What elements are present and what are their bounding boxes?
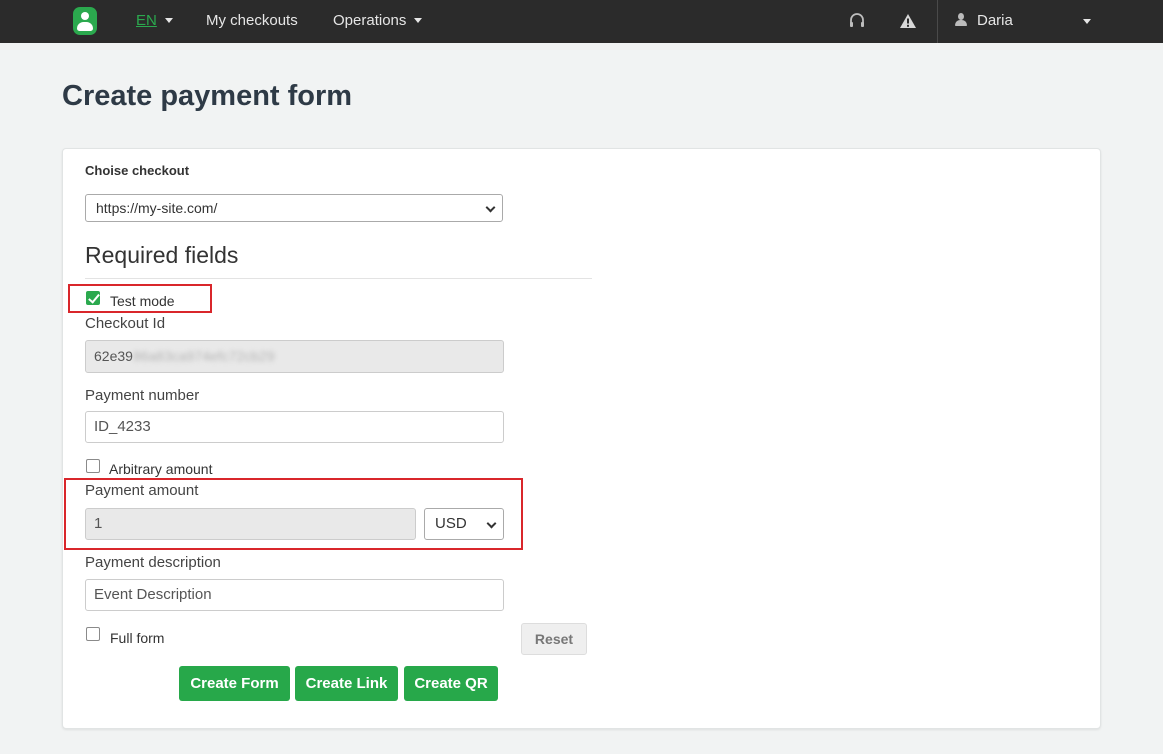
- payment-description-label: Payment description: [85, 554, 221, 571]
- user-name: Daria: [977, 12, 1013, 29]
- nav-operations-label: Operations: [333, 12, 407, 29]
- checkout-select-value: https://my-site.com/: [96, 200, 218, 216]
- arbitrary-amount-checkbox[interactable]: [86, 459, 100, 473]
- checkout-id-field: 62e3986a83ca974efc72cb29: [85, 340, 504, 373]
- checkout-id-label: Checkout Id: [85, 315, 166, 332]
- language-dropdown[interactable]: EN: [136, 0, 173, 43]
- checkout-id-value: 62e39: [94, 348, 133, 364]
- chevron-down-icon: [164, 17, 173, 23]
- top-navbar: EN My checkouts Operations Daria: [0, 0, 1163, 43]
- chevron-down-icon[interactable]: [1083, 19, 1091, 24]
- section-divider: [85, 278, 592, 279]
- checkout-id-blurred: 86a83ca974efc72cb29: [132, 348, 275, 364]
- logo-icon[interactable]: [73, 7, 97, 35]
- full-form-checkbox[interactable]: [86, 627, 100, 641]
- page-title: Create payment form: [62, 80, 353, 112]
- language-label: EN: [136, 12, 157, 29]
- nav-my-checkouts[interactable]: My checkouts: [206, 0, 298, 43]
- create-form-button[interactable]: Create Form: [179, 666, 290, 701]
- test-mode-checkbox[interactable]: [86, 291, 100, 305]
- full-form-label: Full form: [110, 630, 165, 646]
- alerts-button[interactable]: [897, 0, 919, 43]
- person-icon: [954, 12, 968, 27]
- section-title: Required fields: [85, 242, 239, 268]
- create-qr-button[interactable]: Create QR: [404, 666, 498, 701]
- currency-select[interactable]: USD: [424, 508, 504, 540]
- support-button[interactable]: [846, 0, 868, 43]
- checkout-select-label: Choise checkout: [85, 163, 190, 178]
- test-mode-label: Test mode: [110, 293, 175, 309]
- payment-amount-input: 1: [85, 508, 416, 540]
- payment-number-label: Payment number: [85, 387, 200, 404]
- warning-triangle-icon: [900, 14, 916, 28]
- create-link-button[interactable]: Create Link: [295, 666, 398, 701]
- payment-number-input[interactable]: ID_4233: [85, 411, 504, 443]
- nav-divider: [937, 0, 938, 43]
- chevron-down-icon: [414, 17, 423, 23]
- payment-description-input[interactable]: Event Description: [85, 579, 504, 611]
- currency-select-value: USD: [435, 515, 467, 532]
- chevron-down-icon: [485, 202, 496, 213]
- payment-amount-label: Payment amount: [85, 482, 199, 499]
- arbitrary-amount-label: Arbitrary amount: [109, 461, 213, 477]
- headset-icon: [850, 13, 864, 27]
- nav-operations-dropdown[interactable]: Operations: [333, 0, 423, 43]
- chevron-down-icon: [486, 518, 497, 529]
- reset-button[interactable]: Reset: [521, 623, 587, 655]
- user-menu[interactable]: Daria: [954, 0, 1013, 43]
- checkout-select[interactable]: https://my-site.com/: [85, 194, 503, 222]
